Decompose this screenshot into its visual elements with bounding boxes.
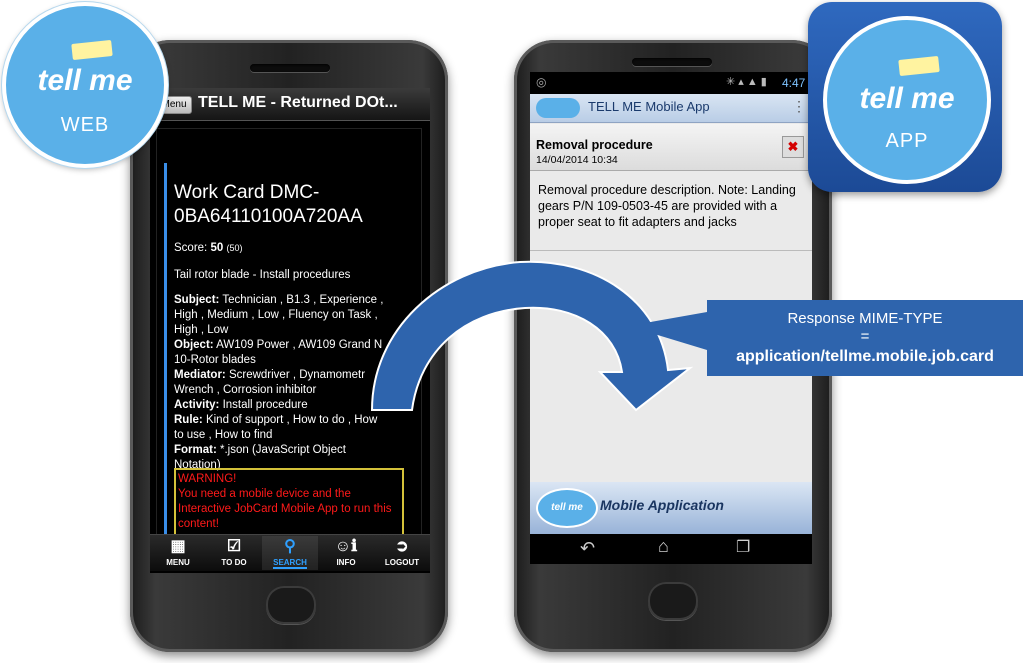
- app-badge: tell me APP: [823, 16, 991, 184]
- web-phone-screen: Menu TELL ME - Returned DOt... Work Card…: [150, 88, 430, 573]
- card-description: Tail rotor blade - Install procedures: [174, 269, 351, 281]
- field-mediator: Mediator: Screwdriver , Dynamometr Wrenc…: [174, 369, 366, 396]
- dialog-title: Removal procedure: [536, 138, 653, 152]
- app-speech-bubble-icon: [898, 55, 940, 77]
- android-nav-bar: ↶ ⌂ ❐: [530, 534, 812, 564]
- tab-todo-label: TO DO: [221, 558, 247, 567]
- status-bar: ◎ ✳ ▴ ▲ ▮ 4:47: [530, 72, 812, 94]
- app-caption: APP: [885, 130, 929, 152]
- home-icon[interactable]: ⌂: [658, 536, 669, 557]
- field-subject: Subject: Technician , B1.3 , Experience …: [174, 294, 384, 336]
- callout-line3: application/tellme.mobile.job.card: [736, 348, 994, 365]
- card-title: Work Card DMC-0BA64110100A720AA: [174, 182, 363, 227]
- footer-logo: tell me: [536, 488, 598, 528]
- close-button[interactable]: ✖: [782, 136, 804, 158]
- web-logo-text: tell me: [37, 64, 133, 97]
- app-phone-speaker: [632, 58, 712, 66]
- info-people-icon: ☺ℹ: [334, 538, 358, 555]
- tab-menu[interactable]: ▦ MENU: [150, 536, 206, 570]
- tab-info[interactable]: ☺ℹ INFO: [318, 536, 374, 570]
- app-logo-icon: [536, 98, 580, 118]
- close-icon: ✖: [787, 139, 799, 154]
- signal-icons: ✳ ▴ ▲ ▮: [726, 76, 767, 88]
- app-phone-home-button[interactable]: [648, 582, 698, 620]
- divider: [530, 250, 812, 251]
- tab-info-label: INFO: [336, 558, 356, 567]
- tab-logout[interactable]: ➲ LOGOUT: [374, 536, 430, 570]
- callout-line1: Response MIME-TYPE: [787, 310, 943, 327]
- search-icon: ⚲: [284, 538, 296, 555]
- web-caption: WEB: [60, 114, 110, 136]
- web-phone-home-button[interactable]: [266, 586, 316, 624]
- tab-search-label: SEARCH: [273, 558, 307, 569]
- app-title: TELL ME Mobile App: [588, 99, 710, 114]
- logout-door-icon: ➲: [395, 538, 409, 555]
- tab-search[interactable]: ⚲ SEARCH: [262, 536, 318, 570]
- score-row: Score: 50 (50): [174, 241, 242, 256]
- tab-todo[interactable]: ☑ TO DO: [206, 536, 262, 570]
- mime-type-callout: Response MIME-TYPE = application/tellme.…: [707, 300, 1023, 376]
- status-time: 4:47: [782, 76, 806, 90]
- footer-text: Mobile Application: [600, 497, 724, 513]
- web-badge: tell me WEB: [2, 2, 168, 168]
- checklist-icon: ☑: [226, 538, 242, 555]
- score-max: (50): [226, 243, 243, 253]
- web-page-title: TELL ME - Returned DOt...: [198, 94, 398, 111]
- tab-menu-label: MENU: [166, 558, 190, 567]
- blue-accent-line: [164, 163, 167, 543]
- tab-logout-label: LOGOUT: [384, 558, 420, 567]
- score-label: Score:: [174, 242, 208, 254]
- menu-grid-icon: ▦: [170, 538, 186, 555]
- overflow-menu-icon[interactable]: ⋮: [792, 98, 806, 115]
- field-rule: Rule: Kind of support , How to do , How …: [174, 414, 378, 441]
- app-logo-text: tell me: [859, 82, 955, 115]
- back-icon[interactable]: ↶: [580, 538, 595, 559]
- procedure-description: Removal procedure description. Note: Lan…: [538, 183, 796, 229]
- field-object: Object: AW109 Power , AW109 Grand N 10-R…: [174, 339, 383, 366]
- warning-text: WARNING! You need a mobile device and th…: [178, 473, 392, 530]
- web-phone-speaker: [250, 64, 330, 72]
- fields-block: Subject: Technician , B1.3 , Experience …: [174, 293, 389, 473]
- score-value: 50: [210, 242, 224, 254]
- field-activity: Activity: Install procedure: [174, 399, 308, 411]
- web-speech-bubble-icon: [71, 39, 113, 61]
- recent-apps-icon[interactable]: ❐: [736, 537, 750, 557]
- android-icon: ◎: [536, 75, 547, 89]
- dialog-date: 14/04/2014 10:34: [536, 154, 618, 166]
- callout-line2: =: [860, 328, 870, 345]
